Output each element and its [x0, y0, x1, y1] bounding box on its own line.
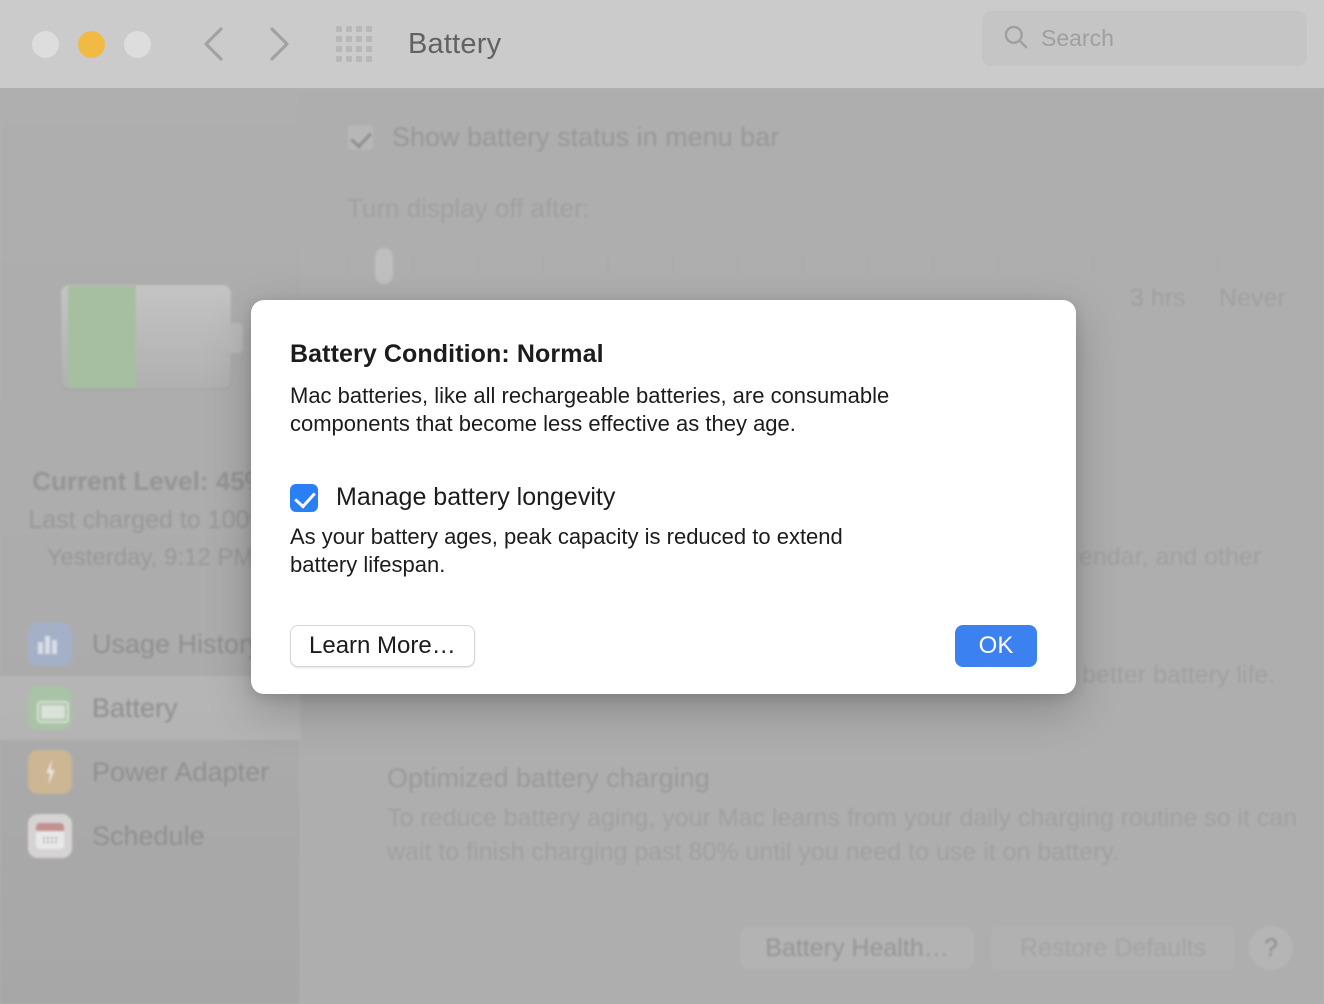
manage-battery-longevity-checkbox[interactable]: Manage battery longevity [290, 483, 1076, 512]
dialog-description: Mac batteries, like all rechargeable bat… [290, 383, 890, 437]
ok-button[interactable]: OK [955, 625, 1037, 667]
manage-battery-longevity-label: Manage battery longevity [336, 483, 616, 512]
search-icon [1002, 23, 1029, 55]
dialog-title: Battery Condition: Normal [290, 340, 604, 368]
chevron-right-icon[interactable] [266, 25, 292, 63]
preferences-window: Current Level: 45% Last charged to 100% … [0, 0, 1324, 1004]
chevron-left-icon[interactable] [200, 25, 226, 63]
page-title: Battery [408, 27, 502, 60]
learn-more-button[interactable]: Learn More… [290, 625, 475, 667]
search-input[interactable]: Search [982, 11, 1307, 66]
grid-apps-icon[interactable] [336, 26, 372, 62]
close-button-icon[interactable] [32, 30, 59, 58]
search-placeholder: Search [1041, 25, 1114, 51]
zoom-button-icon[interactable] [124, 30, 151, 58]
title-bar: Battery Search [0, 0, 1324, 88]
minimize-button-icon[interactable] [78, 30, 105, 58]
checkmark-icon [290, 483, 318, 512]
traffic-lights [32, 30, 151, 58]
dialog-actions: Learn More… OK [251, 598, 1076, 694]
battery-condition-dialog: Battery Condition: Normal Mac batteries,… [251, 300, 1076, 694]
manage-battery-longevity-description: As your battery ages, peak capacity is r… [290, 524, 843, 578]
navigation-buttons [200, 25, 292, 63]
